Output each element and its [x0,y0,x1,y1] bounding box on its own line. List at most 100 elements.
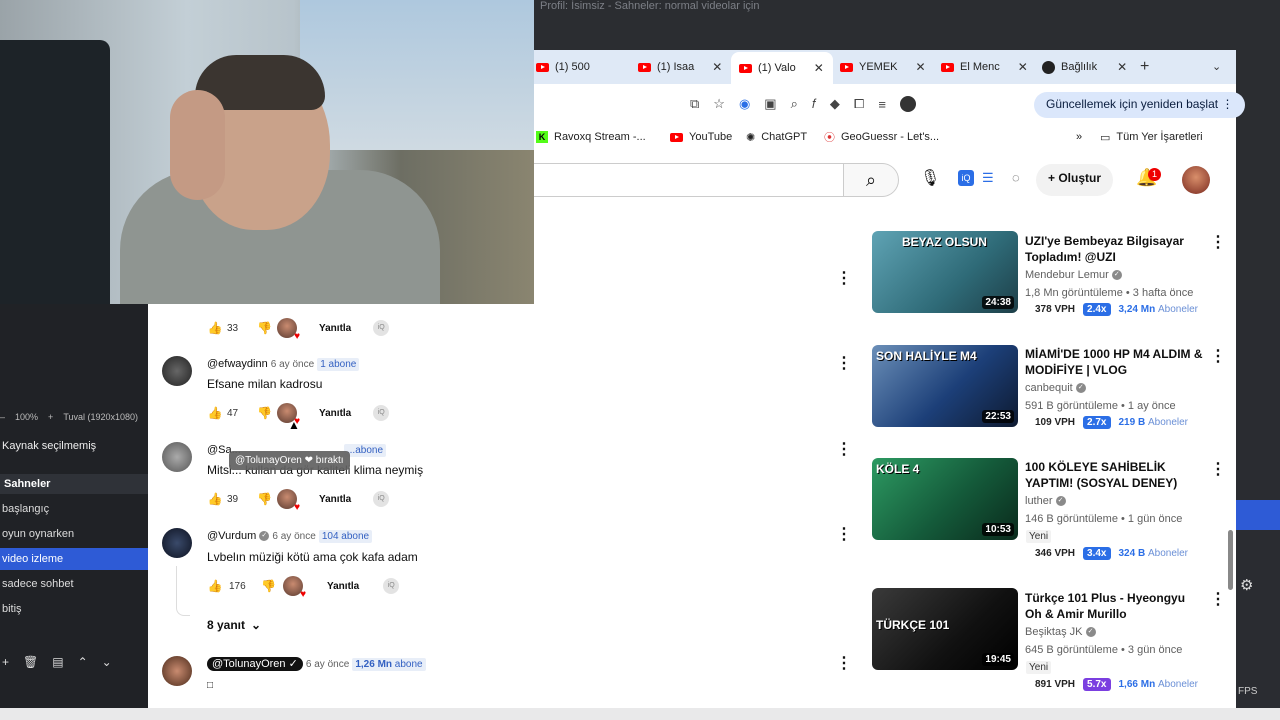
avatar[interactable] [1182,166,1210,194]
like-icon[interactable]: 👍 [207,406,223,420]
star-icon[interactable]: ☆ [713,96,725,112]
scene-item[interactable]: başlangıç [0,498,148,520]
channel-name[interactable]: luther ✓ [1025,495,1066,507]
scene-item[interactable]: sadece sohbet [0,573,148,595]
dislike-icon[interactable]: 👎 [257,321,277,335]
video-title[interactable]: Türkçe 101 Plus - Hyeongyu Oh & Amir Mur… [1025,590,1205,622]
zoom-out-button[interactable]: – [0,412,5,422]
search-input[interactable] [534,163,844,197]
cast-icon[interactable]: ⧉ [690,96,699,112]
more-icon[interactable]: ⋮ [836,353,852,373]
extension-icon[interactable]: iQ [958,170,974,186]
comment-author[interactable]: @Vurdum [207,530,256,542]
browser-tab[interactable]: Bağlılık ✕ [1042,56,1127,78]
extension-chip-icon[interactable]: iQ [373,405,390,421]
video-stats: 891 VPH 5.7x 1,66 Mn Aboneler [1035,678,1198,691]
more-icon[interactable]: ⋮ [836,524,852,544]
channel-name[interactable]: Beşiktaş JK ✓ [1025,626,1096,638]
search-ext-icon[interactable]: ⌕ [791,96,798,112]
dislike-icon[interactable]: 👎 [261,579,283,593]
reply-button[interactable]: Yanıtla [319,408,351,419]
bookmark-item[interactable]: ⦿ GeoGuessr - Let's... [824,129,939,145]
dislike-icon[interactable]: 👎 [257,406,277,420]
bookmark-item[interactable]: ✺ ChatGPT [746,131,807,144]
reply-button[interactable]: Yanıtla [319,494,351,505]
create-button[interactable]: + Oluştur [1036,164,1114,196]
chat-icon[interactable]: ◌ [1012,170,1020,185]
scene-item[interactable]: oyun oynarken [0,523,148,545]
close-icon[interactable]: ✕ [814,61,824,75]
close-icon[interactable]: ✕ [1018,60,1028,74]
comment-author[interactable]: @efwaydinn [207,358,268,370]
browser-tab[interactable]: (1) Isaa ✕ [638,56,722,78]
extension-chip-icon[interactable]: iQ [373,320,390,336]
bookmarks-overflow-icon[interactable]: » [1076,131,1082,143]
obs-highlight[interactable] [1236,500,1280,530]
video-title[interactable]: 100 KÖLEYE SAHİBELİK YAPTIM! (SOSYAL DEN… [1025,459,1205,491]
video-title[interactable]: MİAMİ'DE 1000 HP M4 ALDIM & MODİFİYE | V… [1025,346,1205,378]
gear-icon[interactable]: ⚙ [1240,576,1253,594]
video-thumbnail[interactable]: BEYAZ OLSUN 24:38 [872,231,1018,313]
browser-tab[interactable]: El Menc ✕ [941,56,1028,78]
filter-icon[interactable]: ▤ [52,655,63,669]
reply-button[interactable]: Yanıtla [327,581,359,592]
browser-tab[interactable]: (1) 500 [536,56,590,78]
video-title[interactable]: UZI'ye Bembeyaz Bilgisayar Topladım! @UZ… [1025,233,1205,265]
trash-icon[interactable]: 🗑 [23,655,38,669]
video-thumbnail[interactable]: SON HALİYLE M4 22:53 [872,345,1018,427]
profile-icon[interactable] [899,96,916,112]
extension-chip-icon[interactable]: iQ [383,578,400,594]
more-icon[interactable]: ⋮ [836,439,852,459]
avatar[interactable] [162,528,192,558]
video-thumbnail[interactable]: TÜRKÇE 101 19:45 [872,588,1018,670]
more-icon[interactable]: ⋮ [1210,232,1226,252]
image-icon[interactable]: ▣ [764,96,776,112]
new-tab-icon[interactable]: + [1140,58,1149,76]
dislike-icon[interactable]: 👎 [257,492,277,506]
microphone-icon[interactable]: 🎙 [920,168,940,188]
more-icon[interactable]: ⋮ [1210,589,1226,609]
zoom-in-button[interactable]: + [48,412,53,422]
add-scene-icon[interactable]: + [2,655,9,669]
move-up-icon[interactable]: ⌃ [78,655,88,669]
browser-tab[interactable]: YEMEK ✕ [840,56,926,78]
scrollbar[interactable] [1228,530,1233,590]
extension-icon[interactable]: ◉ [739,96,750,112]
bookmark-item[interactable]: K Ravoxq Stream -... [536,131,646,143]
scene-item-selected[interactable]: video izleme [0,548,148,570]
browser-tab-active[interactable]: (1) Valo ✕ [731,52,833,84]
dark-ext-icon[interactable]: ◆ [830,96,840,112]
avatar[interactable] [162,356,192,386]
more-icon[interactable]: ⋮ [836,653,852,673]
like-icon[interactable]: 👍 [207,492,223,506]
more-icon[interactable]: ⋮ [1210,346,1226,366]
comment-author-creator[interactable]: @TolunayOren ✓ [207,657,303,671]
media-icon[interactable]: ≡ [878,97,886,112]
list-icon[interactable]: ☰ [982,170,994,186]
more-icon[interactable]: ⋮ [836,268,852,288]
close-icon[interactable]: ✕ [1117,60,1127,74]
comment-time: 6 ay önce [270,359,315,370]
channel-name[interactable]: Mendebur Lemur ✓ [1025,269,1122,281]
reply-button[interactable]: Yanıtla [319,323,351,334]
avatar[interactable] [162,442,192,472]
bookmark-folder[interactable]: ▭ Tüm Yer İşaretleri [1100,131,1203,144]
update-button[interactable]: Güncellemek için yeniden başlat ⋮ [1034,92,1246,118]
close-icon[interactable]: ✕ [916,60,926,74]
bookmark-item[interactable]: YouTube [670,131,732,143]
close-icon[interactable]: ✕ [712,60,722,74]
replies-toggle[interactable]: 8 yanıt ⌄ [207,618,261,632]
like-icon[interactable]: 👍 [207,321,223,335]
move-down-icon[interactable]: ⌄ [102,655,112,669]
like-icon[interactable]: 👍 [207,579,223,593]
video-thumbnail[interactable]: KÖLE 4 10:53 [872,458,1018,540]
search-button[interactable]: ⌕ [843,163,899,197]
channel-name[interactable]: canbequit ✓ [1025,382,1086,394]
avatar[interactable] [162,656,192,686]
more-icon[interactable]: ⋮ [1210,459,1226,479]
puzzle-icon[interactable]: ⧠ [854,96,864,112]
extension-chip-icon[interactable]: iQ [373,491,390,507]
chevron-down-icon[interactable]: ⌄ [1212,60,1221,73]
scene-item[interactable]: bitiş [0,598,148,620]
font-icon[interactable]: 𝑓 [812,96,816,112]
